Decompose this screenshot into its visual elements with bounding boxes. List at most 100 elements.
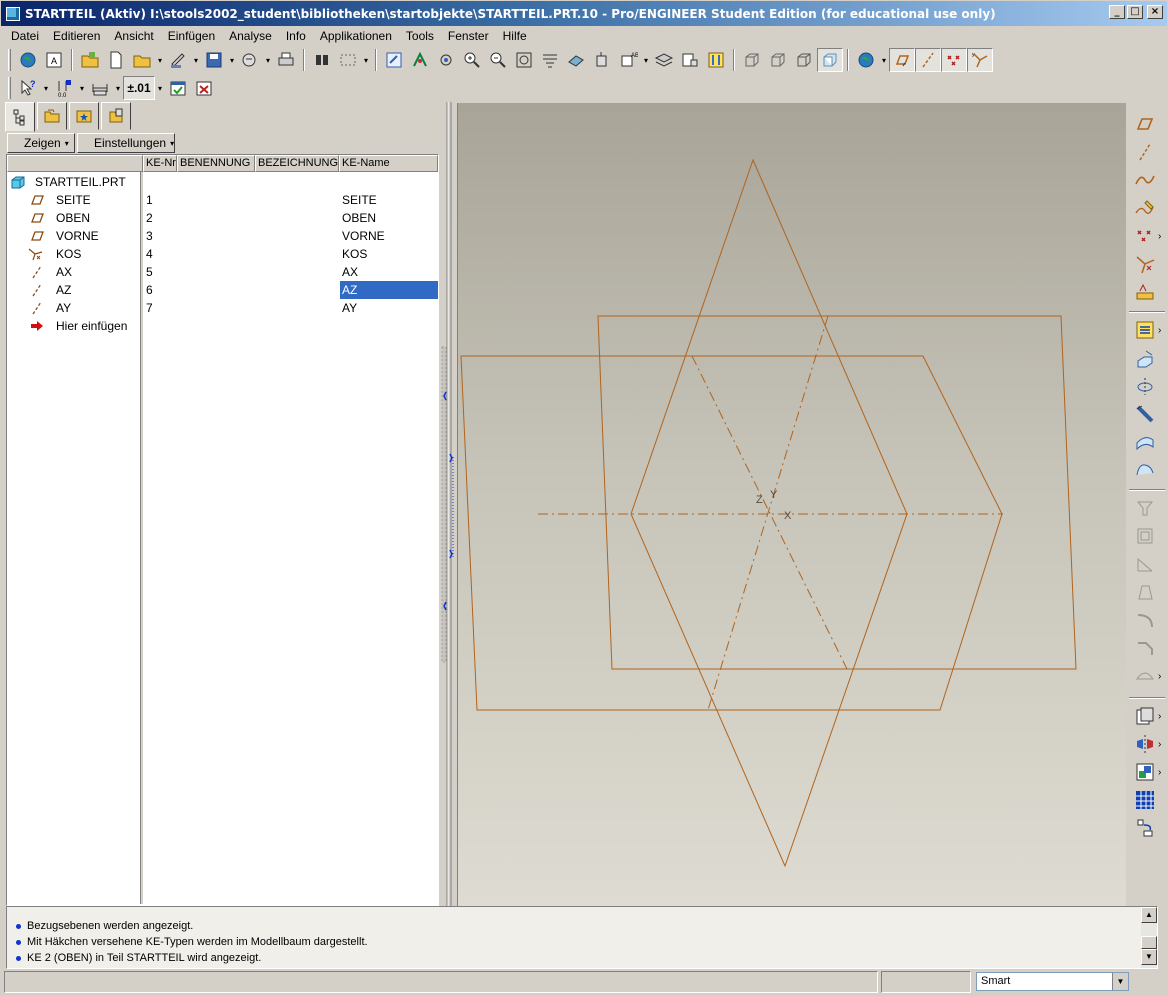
tolerance-dropdown-icon[interactable]: ▾ (155, 84, 165, 93)
tolerance-button[interactable]: ±.01 (123, 76, 155, 100)
show-button[interactable]: Zeigen ▾ (7, 133, 75, 153)
cancel-icon[interactable] (191, 76, 217, 100)
coord-sys-toggle-icon[interactable]: y (967, 48, 993, 72)
toolbar-handle-2[interactable] (8, 77, 11, 99)
menu-einfuegen[interactable]: Einfügen (161, 29, 222, 43)
send-mail-icon[interactable] (237, 48, 263, 72)
insert-feature-icon[interactable] (1131, 317, 1159, 343)
datum-plane-oben[interactable] (597, 315, 1077, 670)
reorder-icon[interactable] (1131, 815, 1159, 841)
datum-plane-seite[interactable] (630, 158, 908, 868)
menu-editieren[interactable]: Editieren (46, 29, 107, 43)
refit-icon[interactable] (511, 48, 537, 72)
grid-pattern-icon[interactable] (1131, 787, 1159, 813)
col-bezeichnung[interactable]: BEZEICHNUNG (255, 155, 339, 172)
find-icon[interactable] (309, 48, 335, 72)
cosmetic-icon[interactable] (1131, 663, 1159, 689)
datum-axes-toggle-icon[interactable] (915, 48, 941, 72)
view-manager-icon[interactable] (563, 48, 589, 72)
accept-icon[interactable] (165, 76, 191, 100)
sketch-tool-icon[interactable] (1131, 195, 1159, 221)
print-icon[interactable] (273, 48, 299, 72)
minimize-button[interactable]: _ (1109, 5, 1125, 19)
open-folder-icon[interactable] (129, 48, 155, 72)
model-tree-globe-icon[interactable] (15, 48, 41, 72)
datum-points-toggle-icon[interactable] (941, 48, 967, 72)
analysis-tool-icon[interactable] (1131, 279, 1159, 305)
orient-dropdown-arrow-icon[interactable]: ▾ (641, 56, 651, 65)
selection-filter-select[interactable]: Smart ▼ (976, 972, 1129, 991)
coord-sys-tool-icon[interactable] (1131, 251, 1159, 277)
scroll-down-icon[interactable]: ▼ (1141, 949, 1157, 965)
pattern-icon[interactable] (1131, 759, 1159, 785)
datum-point-flyout-icon[interactable]: › (1158, 231, 1161, 242)
col-ke-name[interactable]: KE-Name (339, 155, 438, 172)
datum-axis-az[interactable] (691, 355, 848, 670)
save-icon[interactable] (201, 48, 227, 72)
tab-model-tree[interactable] (5, 102, 35, 132)
window-icon[interactable]: A (41, 48, 67, 72)
help-pointer-icon[interactable]: ? (15, 76, 41, 100)
dimension-dropdown-icon[interactable]: ▾ (77, 84, 87, 93)
select-dropdown-icon[interactable]: ▾ (361, 56, 371, 65)
menu-hilfe[interactable]: Hilfe (496, 29, 534, 43)
table-row[interactable]: AZ 6 AZ (7, 281, 438, 299)
mail-dropdown-icon[interactable]: ▾ (263, 56, 273, 65)
model-display-icon[interactable] (677, 48, 703, 72)
datum-planes-toggle-icon[interactable] (889, 48, 915, 72)
mirror-icon[interactable] (1131, 731, 1159, 757)
dimension-icon[interactable]: 0.0 (51, 76, 77, 100)
shading-icon[interactable] (817, 48, 843, 72)
panel-splitter[interactable] (441, 102, 455, 907)
insert-feature-flyout-icon[interactable]: › (1158, 325, 1161, 336)
copy-icon[interactable] (1131, 703, 1159, 729)
menu-analyse[interactable]: Analyse (222, 29, 279, 43)
datum-curve-tool-icon[interactable] (1131, 167, 1159, 193)
table-row[interactable]: VORNE 3 VORNE (7, 227, 438, 245)
col-ke-nr[interactable]: KE-Nr. (143, 155, 177, 172)
toolbar-handle[interactable] (8, 49, 11, 71)
wireframe-icon[interactable] (739, 48, 765, 72)
scroll-up-icon[interactable]: ▲ (1141, 907, 1157, 923)
recent-dropdown-icon[interactable]: ▾ (191, 56, 201, 65)
mirror-flyout-icon[interactable]: › (1158, 739, 1161, 750)
tree-root-row[interactable]: STARTTEIL.PRT (7, 173, 438, 191)
appearance-icon[interactable] (703, 48, 729, 72)
chamfer-icon[interactable] (1131, 635, 1159, 661)
maximize-button[interactable]: □ (1127, 5, 1143, 19)
engineering-flyout-icon[interactable]: › (1158, 671, 1161, 682)
spin-globe-icon[interactable] (853, 48, 879, 72)
saved-views-icon[interactable] (589, 48, 615, 72)
tree-header-blank[interactable] (7, 155, 143, 172)
menu-info[interactable]: Info (279, 29, 313, 43)
message-scrollbar[interactable]: ▲ ▼ (1141, 907, 1157, 968)
table-row[interactable]: SEITE 1 SEITE (7, 191, 438, 209)
copy-flyout-icon[interactable]: › (1158, 711, 1161, 722)
round-icon[interactable] (1131, 607, 1159, 633)
draft-icon[interactable] (1131, 579, 1159, 605)
orient-dropdown-icon[interactable]: AB (615, 48, 641, 72)
measure-icon[interactable] (87, 76, 113, 100)
rib-icon[interactable] (1131, 551, 1159, 577)
zoom-out-icon[interactable] (485, 48, 511, 72)
open-dropdown-icon[interactable]: ▾ (155, 56, 165, 65)
datum-axis-ay[interactable] (707, 315, 829, 711)
tab-connections[interactable] (101, 102, 131, 130)
hole-icon[interactable] (1131, 495, 1159, 521)
col-benennung[interactable]: BENENNUNG (177, 155, 255, 172)
revolve-icon[interactable] (1131, 373, 1159, 399)
close-button[interactable]: × (1147, 5, 1163, 19)
menu-applikationen[interactable]: Applikationen (313, 29, 399, 43)
regenerate-icon[interactable] (381, 48, 407, 72)
boundary-blend-icon[interactable] (1131, 457, 1159, 483)
datum-plane-vorne[interactable] (460, 355, 1003, 711)
settings-button[interactable]: Einstellungen ▾ (77, 133, 175, 153)
measure-dropdown-icon[interactable]: ▾ (113, 84, 123, 93)
insert-here-row[interactable]: Hier einfügen (7, 317, 438, 335)
filter-chevron-down-icon[interactable]: ▼ (1112, 973, 1128, 990)
datum-plane-tool-icon[interactable] (1131, 111, 1159, 137)
no-hidden-icon[interactable] (791, 48, 817, 72)
menu-ansicht[interactable]: Ansicht (107, 29, 160, 43)
blend-icon[interactable] (1131, 429, 1159, 455)
tab-favorites[interactable] (69, 102, 99, 130)
